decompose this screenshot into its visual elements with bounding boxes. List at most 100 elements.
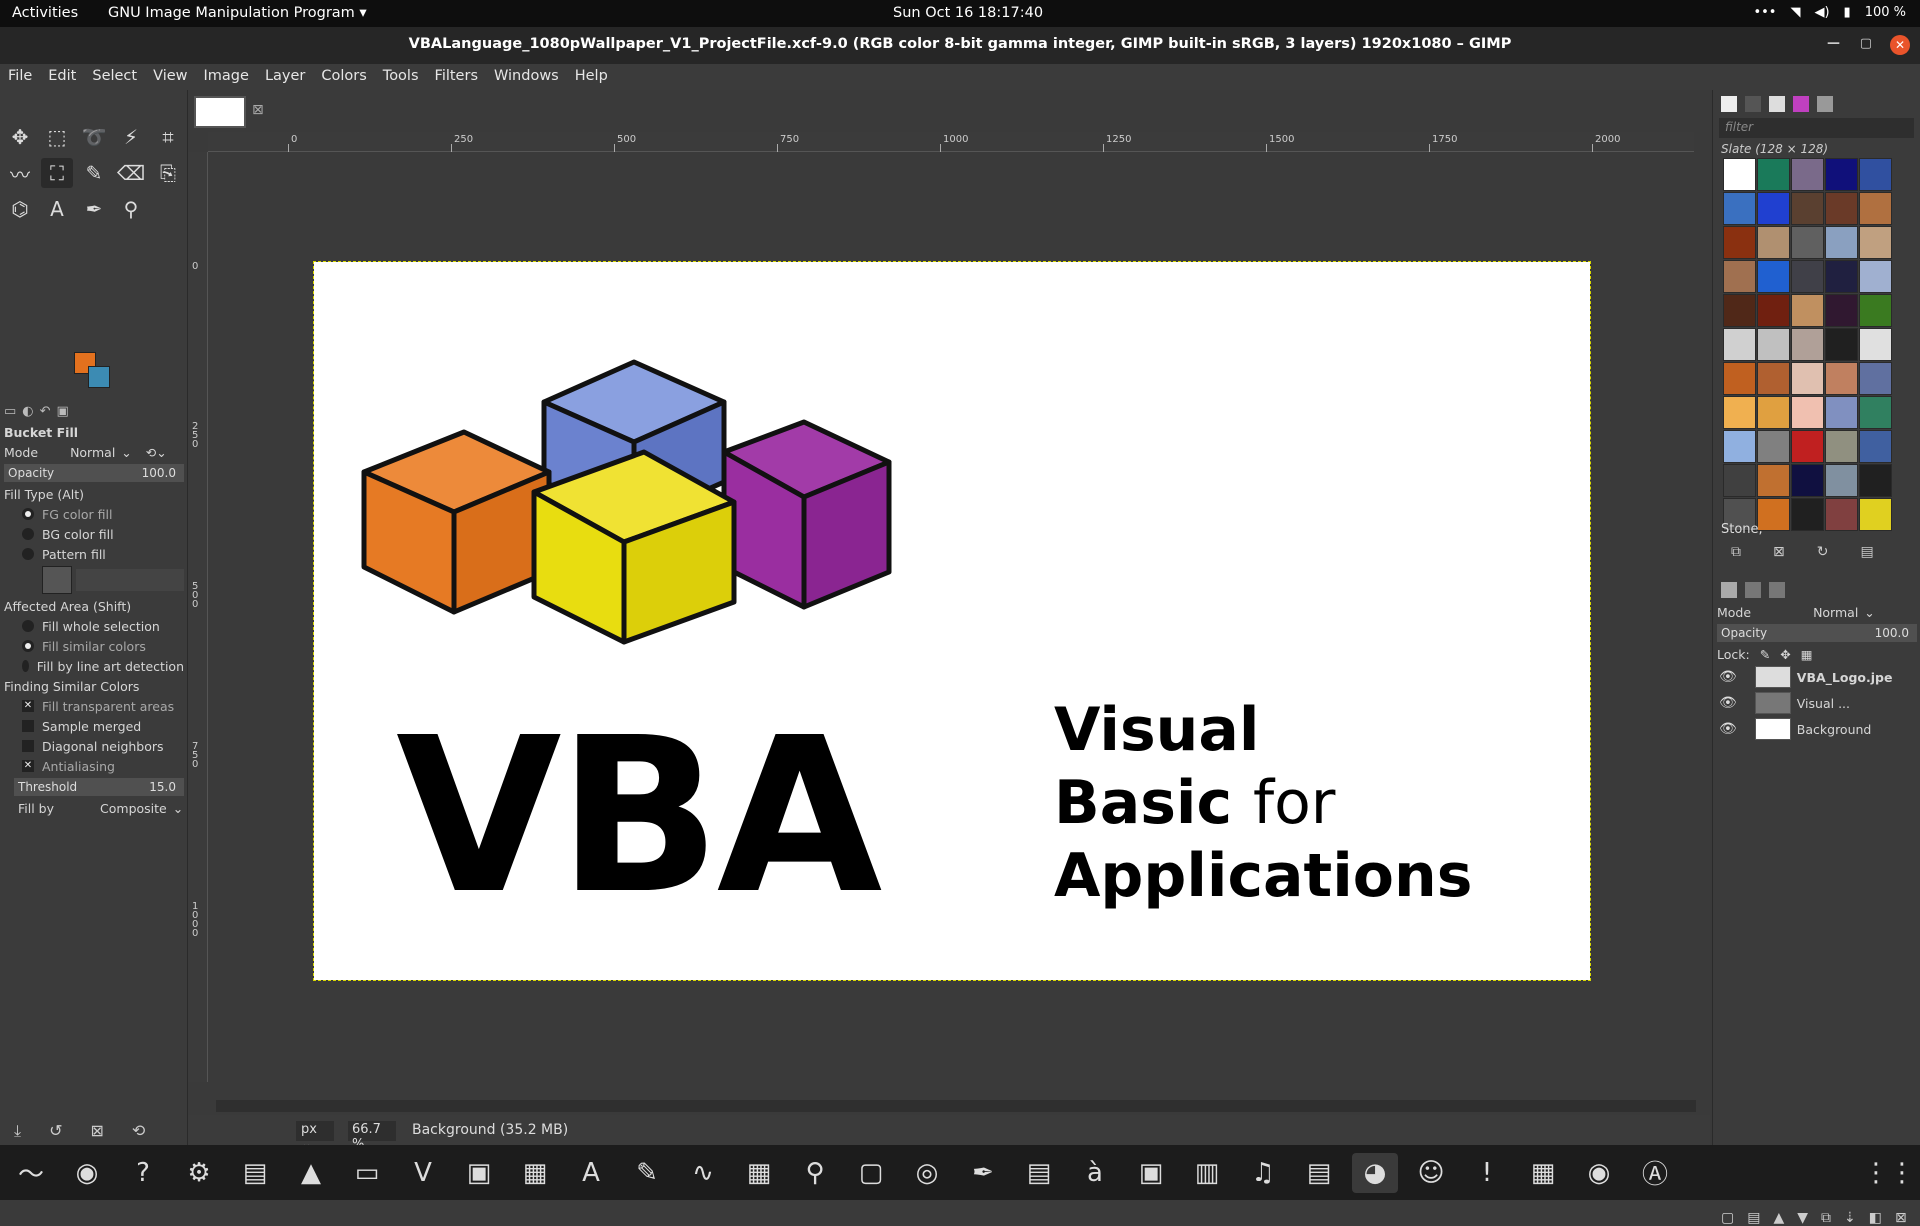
radio-icon[interactable] (22, 660, 29, 672)
refresh-icon[interactable]: ↻ (1817, 544, 1829, 560)
image-tab-thumbnail[interactable] (194, 96, 246, 128)
writer-icon[interactable]: ▤ (232, 1153, 278, 1193)
reset-icon[interactable]: ⟲ (132, 1121, 145, 1140)
tool-options-tabs[interactable]: ▭ ◐ ↶ ▣ (0, 400, 188, 422)
app-grid-icon[interactable]: ⋮⋮ (1863, 1153, 1915, 1193)
radio-fg-fill[interactable]: FG color fill (0, 504, 188, 524)
paintbrush-icon[interactable]: ✎ (78, 158, 110, 188)
game-icon[interactable]: ☺ (1408, 1153, 1454, 1193)
pattern-swatch[interactable] (1825, 430, 1858, 463)
document-icon[interactable]: ▤ (1296, 1153, 1342, 1193)
pattern-swatch[interactable] (1791, 260, 1824, 293)
checkbox-icon[interactable]: ✕ (22, 700, 34, 712)
move-icon[interactable]: ✥ (4, 122, 36, 152)
radio-icon[interactable] (22, 508, 34, 520)
layers-tab-icon[interactable] (1721, 582, 1737, 598)
help-icon[interactable]: ? (120, 1153, 166, 1193)
chart-app-icon[interactable]: ∿ (680, 1153, 726, 1193)
pattern-swatch[interactable] (1825, 362, 1858, 395)
unit-value[interactable]: px (301, 1122, 317, 1137)
pattern-grid[interactable] (1723, 158, 1893, 532)
screenshot-icon[interactable]: ◉ (1576, 1153, 1622, 1193)
files-icon[interactable]: ▢ (848, 1153, 894, 1193)
firefox-icon[interactable]: ◉ (64, 1153, 110, 1193)
vlc-icon[interactable]: ▲ (288, 1153, 334, 1193)
restore-icon[interactable]: ↺ (49, 1121, 62, 1140)
radio-bg-fill[interactable]: BG color fill (0, 524, 188, 544)
layer-name[interactable]: VBA_Logo.jpe (1797, 670, 1893, 685)
system-monitor-icon[interactable]: 〜 (8, 1153, 54, 1193)
pattern-swatch[interactable] (1723, 192, 1756, 225)
pattern-swatch[interactable] (1791, 158, 1824, 191)
pattern-swatch[interactable] (1723, 396, 1756, 429)
image-canvas[interactable]: VBA Visual Basic for Applications (313, 261, 1591, 981)
paths-icon[interactable]: ⌬ (4, 194, 36, 224)
zoom-icon[interactable]: ⚲ (115, 194, 147, 224)
pattern-swatch[interactable] (1825, 464, 1858, 497)
radio-icon[interactable] (22, 528, 34, 540)
channels-tab-icon[interactable] (1745, 582, 1761, 598)
close-icon[interactable]: ✕ (1890, 35, 1910, 55)
app-menu[interactable]: GNU Image Manipulation Program ▾ (108, 5, 367, 21)
pattern-swatch[interactable] (1757, 430, 1790, 463)
archive-icon[interactable]: ▥ (1184, 1153, 1230, 1193)
menu-colors[interactable]: Colors (313, 64, 374, 90)
settings-icon[interactable]: ⚙ (176, 1153, 222, 1193)
canvas-area[interactable]: ⊠ 0 250 500 750 1000 1250 1500 1750 2000 0 2 5 0 5… (188, 90, 1710, 1145)
radio-icon[interactable] (22, 620, 34, 632)
check-fill-transparent[interactable]: ✕ Fill transparent areas (0, 696, 188, 716)
pattern-swatch[interactable] (1791, 464, 1824, 497)
fonts-tab-icon[interactable] (1769, 96, 1785, 112)
warp-icon[interactable]: 〰 (4, 158, 36, 188)
pattern-swatch[interactable] (1859, 192, 1892, 225)
system-tray[interactable]: ••• ◥ ◀) ▮ 100 % (1753, 5, 1906, 20)
pattern-swatch[interactable] (1791, 430, 1824, 463)
pattern-swatch[interactable] (1757, 396, 1790, 429)
new-layer-icon[interactable]: ▢ (1721, 1210, 1734, 1226)
layer-mode-row[interactable]: Mode Normal ⌄ (1713, 602, 1920, 622)
pattern-swatch[interactable] (1757, 192, 1790, 225)
new-group-icon[interactable]: ▤ (1747, 1210, 1760, 1226)
radio-line-art[interactable]: Fill by line art detection (0, 656, 188, 676)
mask-icon[interactable]: ◧ (1869, 1210, 1882, 1226)
clock[interactable]: Sun Oct 16 18:17:40 (893, 5, 1043, 21)
pattern-swatch[interactable] (1825, 226, 1858, 259)
background-color[interactable] (88, 366, 110, 388)
pattern-preview-row[interactable] (0, 564, 188, 596)
pattern-swatch[interactable] (1723, 430, 1756, 463)
pattern-swatch[interactable] (1791, 362, 1824, 395)
alert-icon[interactable]: ! (1464, 1153, 1510, 1193)
raise-layer-icon[interactable]: ▲ (1773, 1210, 1784, 1226)
threshold-slider[interactable]: Threshold 15.0 (14, 778, 184, 796)
bucket-fill-icon[interactable]: ⛶ (41, 158, 73, 188)
pattern-swatch[interactable] (1825, 396, 1858, 429)
opacity-value[interactable]: 100.0 (142, 466, 176, 480)
paths-tab-icon[interactable] (1769, 582, 1785, 598)
close-tab-icon[interactable]: ⊠ (252, 102, 264, 118)
pattern-swatch[interactable] (1757, 158, 1790, 191)
pattern-swatch[interactable] (1859, 498, 1892, 531)
pattern-swatch[interactable] (1757, 226, 1790, 259)
pattern-swatch[interactable] (1723, 362, 1756, 395)
diff-icon[interactable]: ▦ (512, 1153, 558, 1193)
layer-row[interactable]: 👁 Visual ... (1713, 690, 1920, 716)
delete-pattern-icon[interactable]: ⊠ (1773, 544, 1785, 560)
duplicate-layer-icon[interactable]: ⧉ (1821, 1210, 1831, 1226)
undo-history-icon[interactable]: ↶ (40, 404, 51, 419)
checkbox-icon[interactable] (22, 720, 34, 732)
pattern-swatch[interactable] (1723, 158, 1756, 191)
text-icon[interactable]: A (41, 194, 73, 224)
lock-pixels-icon[interactable]: ✎ (1760, 647, 1770, 662)
layer-opacity-value[interactable]: 100.0 (1875, 626, 1909, 640)
delete-layer-icon[interactable]: ⊠ (1895, 1210, 1907, 1226)
fill-by-row[interactable]: Fill by Composite ⌄ (14, 798, 188, 818)
font-viewer-icon[interactable]: à (1072, 1153, 1118, 1193)
lower-layer-icon[interactable]: ▼ (1797, 1210, 1808, 1226)
pattern-swatch[interactable] (1859, 396, 1892, 429)
pattern-swatch[interactable] (1757, 362, 1790, 395)
tool-options-tab-icon[interactable]: ▭ (4, 404, 16, 419)
menu-layer[interactable]: Layer (257, 64, 313, 90)
menu-edit[interactable]: Edit (40, 64, 84, 90)
vertical-ruler[interactable]: 0 2 5 0 5 0 0 7 5 0 1 0 0 0 (188, 152, 208, 1082)
more-icon[interactable]: ••• (1753, 5, 1776, 20)
